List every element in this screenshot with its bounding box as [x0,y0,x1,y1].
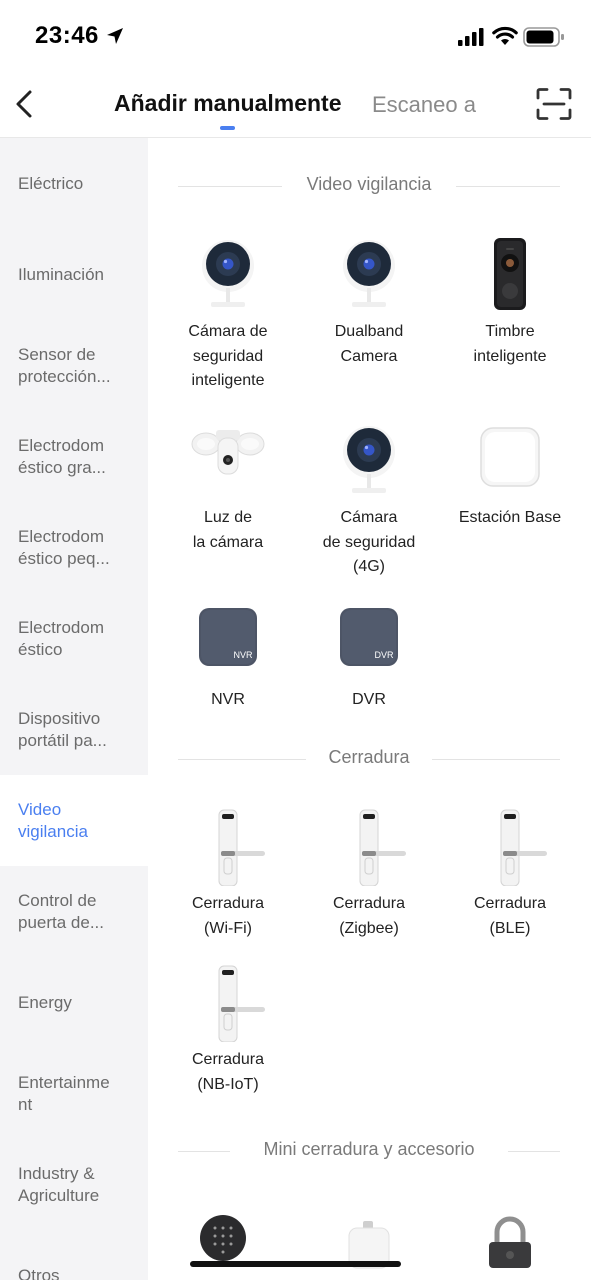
camera-icon [191,236,265,314]
camera-icon [332,422,406,500]
device-camara-seguridad[interactable]: Cámara de seguridad inteligente [158,236,298,394]
device-list: Video vigilancia Cámara de seguridad int… [148,138,591,1280]
sidebar-item-control-puerta[interactable]: Control de puerta de... [0,866,148,957]
wifi-icon [492,26,518,45]
sidebar-item-entertainment[interactable]: Entertainme nt [0,1048,148,1139]
home-indicator[interactable] [190,1261,401,1267]
device-estacion-base[interactable]: Estación Base [440,422,580,531]
device-padlock[interactable] [440,1204,580,1280]
device-cerradura-nbiot[interactable]: Cerradura (NB-IoT) [158,964,298,1097]
door-lock-icon [473,808,547,887]
section-header-mini-lock: Mini cerradura y accesorio [178,1136,560,1166]
sidebar-item-energy[interactable]: Energy [0,957,148,1048]
device-nvr[interactable]: NVR NVR [158,604,298,713]
active-tab-indicator [220,126,235,130]
keypad-icon [191,1204,265,1280]
device-dvr[interactable]: DVR DVR [299,604,439,713]
sidebar-item-electrodomestico-pequeno[interactable]: Electrodom éstico peq... [0,502,148,593]
sidebar-item-otros[interactable]: Otros [0,1230,148,1280]
svg-text:NVR: NVR [233,650,253,660]
section-title: Video vigilancia [306,174,432,194]
tab-scan[interactable]: Escaneo a [372,92,476,118]
device-camara-4g[interactable]: Cámara de seguridad (4G) [299,422,439,580]
section-header-video: Video vigilancia [178,171,560,201]
door-lock-icon [191,964,265,1043]
mini-lock-icon [332,1204,406,1280]
sidebar-item-sensor[interactable]: Sensor de protección... [0,320,148,411]
svg-text:DVR: DVR [374,650,394,660]
category-sidebar: Eléctrico Iluminación Sensor de protecci… [0,138,148,1280]
tab-add-manually[interactable]: Añadir manualmente [114,90,342,117]
status-bar: 23:46 [0,0,591,70]
device-keypad[interactable] [158,1204,298,1280]
battery-icon [523,27,564,47]
chevron-left-icon [16,90,32,118]
floodlight-camera-icon [191,422,265,500]
device-luz-camara[interactable]: Luz de la cámara [158,422,298,555]
section-header-lock: Cerradura [178,744,560,774]
device-cerradura-zigbee[interactable]: Cerradura (Zigbee) [299,808,439,941]
device-cerradura-wifi[interactable]: Cerradura (Wi-Fi) [158,808,298,941]
sidebar-item-dispositivo-portatil[interactable]: Dispositivo portátil pa... [0,684,148,775]
door-lock-icon [332,808,406,887]
section-title: Cerradura [328,747,410,767]
device-cerradura-ble[interactable]: Cerradura (BLE) [440,808,580,941]
sidebar-item-electrico[interactable]: Eléctrico [0,138,148,229]
scan-button[interactable] [536,88,572,120]
device-mini-lock[interactable] [299,1204,439,1280]
camera-icon [332,236,406,314]
back-button[interactable] [10,84,40,124]
cellular-signal-icon [458,28,484,46]
device-timbre-inteligente[interactable]: Timbre inteligente [440,236,580,369]
door-lock-icon [191,808,265,887]
doorbell-icon [473,236,547,314]
nav-bar: Añadir manualmente Escaneo a [0,70,591,138]
sidebar-item-electrodomestico[interactable]: Electrodom éstico [0,593,148,684]
dvr-icon: DVR [332,604,406,682]
sidebar-item-electrodomestico-grande[interactable]: Electrodom éstico gra... [0,411,148,502]
scan-frame-icon [536,88,572,120]
device-dualband-camera[interactable]: Dualband Camera [299,236,439,369]
sidebar-item-industry-agriculture[interactable]: Industry & Agriculture [0,1139,148,1230]
section-title: Mini cerradura y accesorio [263,1139,475,1159]
padlock-icon [473,1204,547,1280]
nvr-icon: NVR [191,604,265,682]
location-arrow-icon [107,28,123,44]
status-time: 23:46 [35,22,99,49]
base-station-icon [473,422,547,500]
sidebar-item-iluminacion[interactable]: Iluminación [0,229,148,320]
sidebar-item-video-vigilancia[interactable]: Video vigilancia [0,775,148,866]
